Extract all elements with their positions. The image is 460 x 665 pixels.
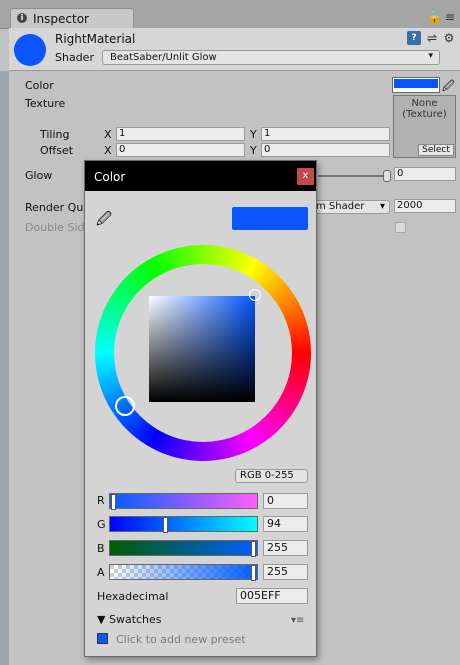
triangle-down-icon: ▼: [97, 613, 106, 626]
tiling-x-axis: X: [104, 128, 112, 141]
tiling-y-input[interactable]: 1: [261, 127, 390, 141]
channel-a-label: A: [97, 566, 105, 579]
info-icon: i: [17, 13, 27, 23]
shader-value: BeatSaber/Unlit Glow: [110, 52, 217, 63]
material-name: RightMaterial: [55, 32, 136, 46]
swatches-hint[interactable]: Click to add new preset: [116, 633, 246, 646]
double-sided-label: Double Sid: [25, 221, 85, 234]
texture-type: (Texture): [402, 109, 447, 120]
swatches-label: Swatches: [108, 613, 162, 626]
color-mode-dropdown[interactable]: RGB 0-255: [235, 469, 308, 483]
double-sided-checkbox[interactable]: [395, 222, 406, 233]
channel-r-input[interactable]: 0: [263, 493, 308, 509]
glow-slider-track[interactable]: [318, 175, 388, 177]
shader-label: Shader: [55, 51, 94, 64]
hex-input[interactable]: 005EFF: [236, 588, 308, 604]
chevron-down-icon: ▾: [379, 201, 385, 212]
render-queue-input[interactable]: 2000: [394, 199, 456, 213]
tiling-y-axis: Y: [250, 128, 257, 141]
swatches-toggle[interactable]: ▼ Swatches: [97, 613, 162, 626]
color-field[interactable]: [392, 77, 440, 93]
material-header: RightMaterial Shader BeatSaber/Unlit Glo…: [9, 28, 460, 71]
offset-y-axis: Y: [250, 144, 257, 157]
render-queue-dropdown-value: m Shader: [316, 201, 365, 212]
saturation-value-square[interactable]: [149, 296, 255, 402]
glow-value-input[interactable]: 0: [394, 167, 456, 181]
tab-inspector[interactable]: i Inspector: [10, 8, 134, 28]
close-icon[interactable]: x: [297, 168, 314, 185]
texture-slot[interactable]: None (Texture) Select: [393, 95, 456, 158]
help-icon[interactable]: ?: [407, 31, 421, 45]
render-queue-dropdown[interactable]: m Shader ▾: [312, 200, 390, 214]
texture-select-button[interactable]: Select: [418, 144, 454, 156]
channel-r-knob[interactable]: [111, 494, 116, 510]
render-queue-label: Render Qu: [25, 201, 84, 214]
color-picker-window: Color x 🖉 RGB 0-255 R 0 G 94 B 255 A 255…: [84, 160, 317, 657]
lock-icon[interactable]: 🔒: [427, 10, 442, 24]
material-preview-icon: [14, 34, 46, 66]
eyedropper-icon[interactable]: 🖉: [96, 209, 112, 234]
channel-r-slider[interactable]: [109, 493, 258, 510]
offset-label: Offset: [40, 144, 74, 157]
preset-icon[interactable]: ⇌: [425, 31, 439, 45]
channel-g-input[interactable]: 94: [263, 516, 308, 532]
channel-g-label: G: [97, 518, 106, 531]
color-label: Color: [25, 79, 54, 92]
channel-b-knob[interactable]: [251, 541, 256, 557]
swatch-preset[interactable]: [97, 633, 108, 644]
eyedropper-icon[interactable]: 🖉: [442, 77, 456, 93]
hex-label: Hexadecimal: [97, 590, 169, 603]
channel-b-input[interactable]: 255: [263, 540, 308, 556]
chevron-down-icon: ▾: [428, 51, 433, 61]
color-picker-title: Color: [94, 170, 126, 184]
tiling-x-input[interactable]: 1: [116, 127, 245, 141]
channel-a-slider[interactable]: [109, 564, 258, 581]
tiling-label: Tiling: [40, 128, 70, 141]
channel-r-label: R: [97, 494, 105, 507]
channel-a-knob[interactable]: [251, 565, 256, 581]
channel-g-slider[interactable]: [109, 516, 258, 533]
menu-icon[interactable]: ≡: [443, 10, 457, 24]
tab-label: Inspector: [33, 12, 89, 26]
channel-b-slider[interactable]: [109, 540, 258, 557]
offset-x-axis: X: [104, 144, 112, 157]
gear-icon[interactable]: ⚙: [442, 31, 456, 45]
saturation-value-handle[interactable]: [249, 289, 261, 301]
channel-a-input[interactable]: 255: [263, 564, 308, 580]
color-picker-titlebar[interactable]: Color: [85, 161, 316, 191]
channel-g-knob[interactable]: [163, 517, 168, 533]
tab-bar: i Inspector 🔒 ≡: [0, 0, 460, 29]
texture-none: None: [411, 98, 438, 109]
color-mode-value: RGB 0-255: [240, 470, 294, 481]
offset-y-input[interactable]: 0: [261, 143, 390, 157]
texture-label: Texture: [25, 97, 66, 110]
hue-handle[interactable]: [115, 396, 135, 416]
offset-x-input[interactable]: 0: [116, 143, 245, 157]
left-panel-edge: [0, 71, 9, 665]
color-preview-swatch: [232, 207, 308, 230]
swatch-menu-icon[interactable]: ▾≡: [291, 615, 304, 626]
shader-dropdown[interactable]: BeatSaber/Unlit Glow ▾: [102, 50, 440, 65]
glow-label: Glow: [25, 169, 53, 182]
glow-slider-knob[interactable]: [383, 170, 391, 182]
channel-b-label: B: [97, 542, 105, 555]
